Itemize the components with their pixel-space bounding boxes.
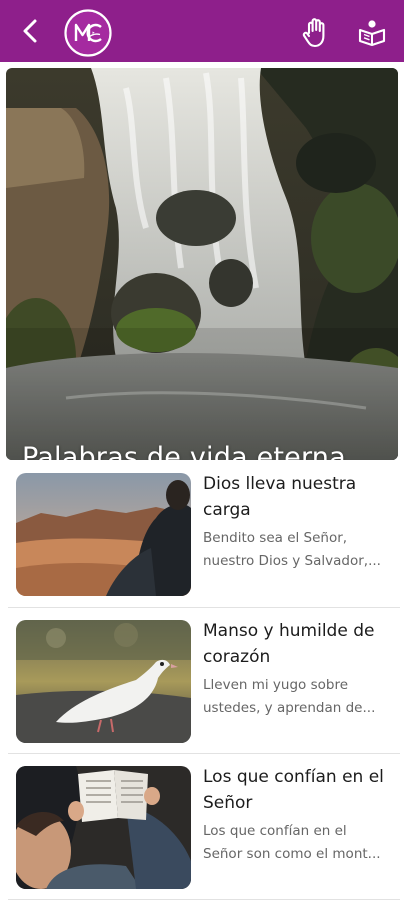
hero-title: Palabras de vida eterna [22, 442, 346, 460]
app-bar [0, 0, 404, 62]
article-thumbnail [16, 473, 191, 596]
article-card[interactable]: Manso y humilde de corazón Lleven mi yug… [0, 608, 404, 754]
article-excerpt: Lleven mi yugo sobre ustedes, y aprendan… [203, 677, 376, 716]
prayer-hand-icon[interactable] [301, 16, 329, 48]
article-title: Manso y humilde de corazón [203, 621, 375, 667]
article-title: Los que confían en el Señor [203, 767, 384, 813]
article-thumbnail [16, 766, 191, 889]
article-excerpt: Los que confían en el Señor son como el … [203, 823, 381, 862]
article-card[interactable]: Dios lleva nuestra carga Bendito sea el … [0, 461, 404, 607]
hero-carousel[interactable]: Palabras de vida eterna [6, 68, 398, 460]
app-logo[interactable] [63, 8, 113, 58]
bible-reader-icon[interactable] [357, 17, 387, 47]
waterfall-image [6, 68, 398, 460]
article-excerpt: Bendito sea el Señor, nuestro Dios y Sal… [203, 530, 381, 569]
back-arrow-icon[interactable] [18, 18, 42, 44]
article-title: Dios lleva nuestra carga [203, 474, 357, 520]
article-card[interactable]: Los que confían en el Señor Los que conf… [0, 754, 404, 900]
article-thumbnail [16, 620, 191, 743]
